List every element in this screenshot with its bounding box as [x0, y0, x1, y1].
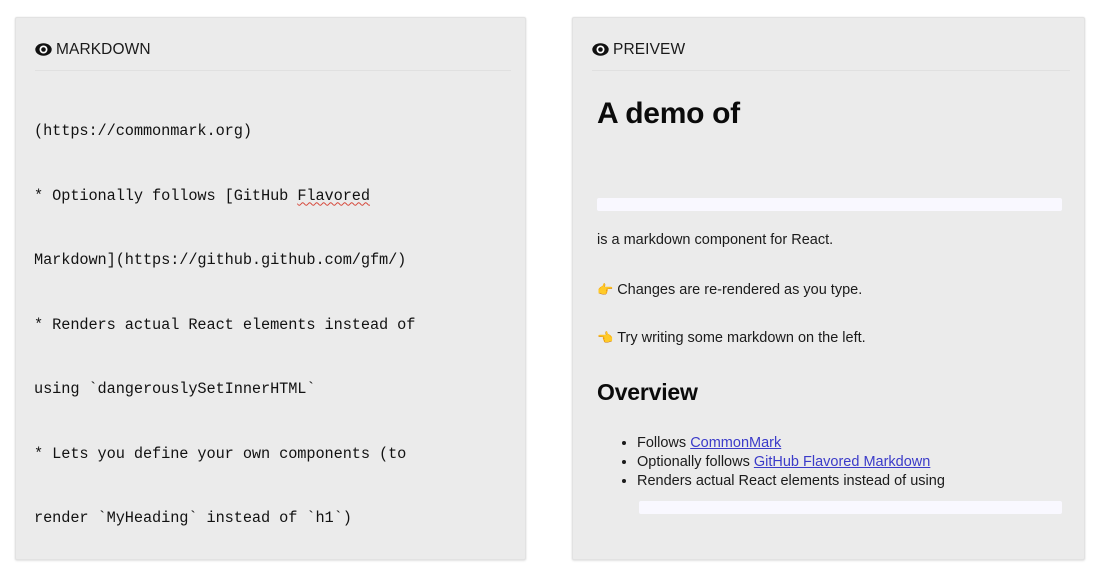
editor-line-text: * Optionally follows [GitHub [34, 186, 298, 205]
markdown-demo-app: MARKDOWN (https://commonmark.org) * Opti… [0, 0, 1100, 576]
editor-panel-header: MARKDOWN [16, 18, 525, 60]
list-item: Renders actual React elements instead of… [637, 472, 1062, 491]
spellcheck-word: Flavored [297, 186, 370, 205]
pointing-left-emoji-icon: 👈 [597, 331, 614, 346]
list-item: Optionally follows GitHub Flavored Markd… [637, 453, 1062, 472]
editor-line: * Renders actual React elements instead … [34, 315, 416, 334]
preview-callout-write-text: Try writing some markdown on the left. [617, 330, 866, 346]
list-item-prefix: Follows [637, 435, 691, 451]
markdown-preview-panel[interactable]: PREIVEW A demo of is a markdown componen… [572, 17, 1085, 560]
preview-paragraph: is a markdown component for React. [597, 232, 834, 248]
preview-title: A demo of [597, 97, 740, 130]
list-item-prefix: Optionally follows [637, 454, 754, 470]
editor-line: (https://commonmark.org) [34, 122, 252, 140]
preview-code-block-top [597, 198, 1062, 211]
editor-line: * Lets you define your own components (t… [34, 444, 407, 463]
list-item: Follows CommonMark [637, 434, 1062, 453]
preview-callout-write: 👈 Try writing some markdown on the left. [597, 328, 1062, 349]
editor-line: using `dangerouslySetInnerHTML` [34, 380, 316, 398]
preview-panel-title: PREIVEW [613, 40, 686, 58]
editor-line: Markdown](https://github.github.com/gfm/… [34, 251, 407, 269]
pointing-right-emoji-icon: 👉 [597, 283, 614, 298]
preview-section-heading: Overview [597, 379, 698, 405]
eye-icon [35, 41, 52, 58]
preview-callout-type: 👉 Changes are re-rendered as you type. [597, 280, 1062, 301]
preview-code-block-bottom [639, 501, 1062, 514]
link-commonmark[interactable]: CommonMark [690, 435, 781, 451]
markdown-editor-panel[interactable]: MARKDOWN (https://commonmark.org) * Opti… [15, 17, 526, 560]
link-github-flavored-markdown[interactable]: GitHub Flavored Markdown [754, 454, 931, 470]
preview-rendered-content: A demo of is a markdown component for Re… [573, 71, 1084, 514]
markdown-source-textarea[interactable]: (https://commonmark.org) * Optionally fo… [16, 71, 525, 559]
eye-icon [592, 41, 609, 58]
list-item-prefix: Renders actual React elements instead of… [637, 473, 945, 489]
editor-panel-title: MARKDOWN [56, 40, 151, 58]
preview-panel-header: PREIVEW [573, 18, 1084, 60]
preview-callout-type-text: Changes are re-rendered as you type. [617, 282, 863, 298]
editor-line: render `MyHeading` instead of `h1`) [34, 509, 352, 527]
preview-overview-list: Follows CommonMark Optionally follows Gi… [597, 434, 1062, 491]
editor-line: * Optionally follows [GitHub Flavored [34, 186, 515, 208]
